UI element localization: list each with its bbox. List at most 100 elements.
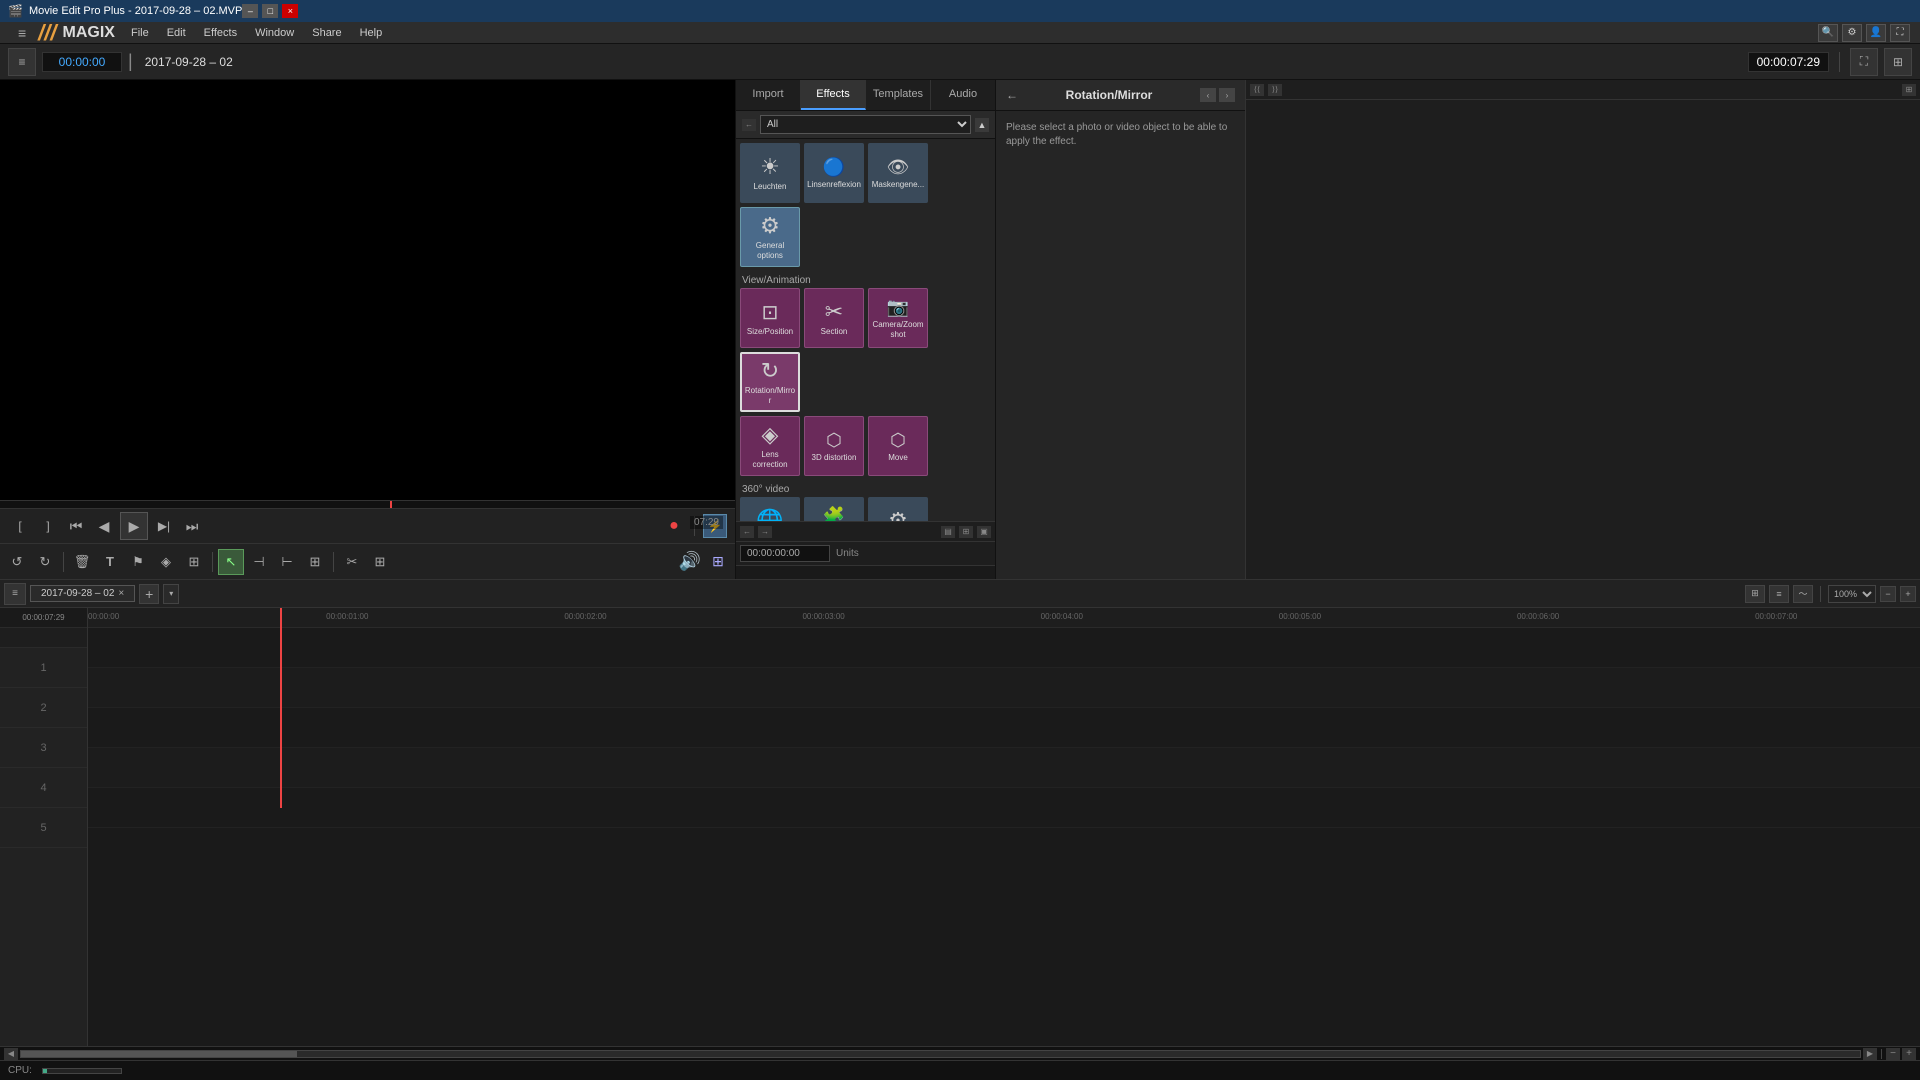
track-lane-1[interactable] xyxy=(88,628,1920,668)
timeline-tab-close[interactable]: × xyxy=(118,588,124,599)
timeline-add-btn[interactable]: + xyxy=(139,584,159,604)
toolbar-icon-2[interactable]: ⚙ xyxy=(1842,24,1862,42)
filter-back-btn[interactable]: ← xyxy=(742,119,756,131)
effect-3d-distortion[interactable]: ⬡ 3D distortion xyxy=(804,416,864,476)
tl-view-waveform-btn[interactable]: 〜 xyxy=(1793,585,1813,603)
effects-view-btn1[interactable]: ▤ xyxy=(941,526,955,538)
rotation-prev-btn[interactable]: ‹ xyxy=(1200,88,1216,102)
marker-btn[interactable]: ⚑ xyxy=(125,549,151,575)
toolbar-menu-btn[interactable]: ≡ xyxy=(8,48,36,76)
minimize-button[interactable]: – xyxy=(242,4,258,18)
tab-effects[interactable]: Effects xyxy=(801,80,866,110)
section-icon: ✂ xyxy=(825,299,843,325)
time-code-input[interactable]: 00:00:00:00 xyxy=(740,545,830,562)
rp-next-btn[interactable]: ⟩⟩ xyxy=(1268,84,1282,96)
rp-expand-btn[interactable]: ⊞ xyxy=(1902,84,1916,96)
effect-rotation-mirror[interactable]: ↻ Rotation/Mirror xyxy=(740,352,800,412)
toolbar-icon-1[interactable]: 🔍 xyxy=(1818,24,1838,42)
play-btn[interactable]: ▶ xyxy=(120,512,148,540)
insert-btn[interactable]: ⊞ xyxy=(367,549,393,575)
effect-general-options[interactable]: ⚙ General options xyxy=(740,207,800,267)
toolbar-icon-max[interactable]: ⛶ xyxy=(1890,24,1910,42)
mark-in-btn[interactable]: [ xyxy=(8,514,32,538)
effect-360-scene[interactable]: 🧩 360° Szenenrotation xyxy=(804,497,864,521)
effect-size-position[interactable]: ⊡ Size/Position xyxy=(740,288,800,348)
effect-lens-correction[interactable]: ◈ Lens correction xyxy=(740,416,800,476)
timeline-tab[interactable]: 2017-09-28 – 02 × xyxy=(30,585,135,602)
timeline-menu-btn[interactable]: ≡ xyxy=(4,583,26,605)
effect-360-editing[interactable]: 🌐 360° Editing xyxy=(740,497,800,521)
preview-mini-timeline[interactable] xyxy=(0,500,735,508)
menu-share[interactable]: Share xyxy=(304,25,349,41)
effects-prev-btn[interactable]: ← xyxy=(740,526,754,538)
track-lane-5[interactable] xyxy=(88,788,1920,828)
tab-templates[interactable]: Templates xyxy=(866,80,931,110)
preview-canvas[interactable] xyxy=(0,80,735,500)
cut-btn[interactable]: ✂ xyxy=(339,549,365,575)
rp-prev-btn[interactable]: ⟨⟨ xyxy=(1250,84,1264,96)
track-lane-4[interactable] xyxy=(88,748,1920,788)
menu-effects[interactable]: Effects xyxy=(196,25,245,41)
next-frame-btn[interactable]: ▶| xyxy=(152,514,176,538)
effects-hscroll[interactable] xyxy=(736,566,995,579)
roll-btn[interactable]: ⊞ xyxy=(302,549,328,575)
more-btn[interactable]: ⊞ xyxy=(181,549,207,575)
track-lane-3[interactable] xyxy=(88,708,1920,748)
zoom-out-btn[interactable]: − xyxy=(1880,586,1896,602)
tl-zoom-minus[interactable]: − xyxy=(1886,1048,1900,1060)
mark-out-btn[interactable]: ] xyxy=(36,514,60,538)
prev-mark-btn[interactable]: ⏮ xyxy=(64,514,88,538)
menu-file[interactable]: File xyxy=(123,25,157,41)
timeline-tab-dropdown[interactable]: ▾ xyxy=(163,584,179,604)
effects-view-btn3[interactable]: ▣ xyxy=(977,526,991,538)
toolbar-icon-3[interactable]: 👤 xyxy=(1866,24,1886,42)
rotation-back-btn[interactable]: ← xyxy=(1006,88,1018,102)
prev-frame-btn[interactable]: ◀ xyxy=(92,514,116,538)
effects-next-btn[interactable]: → xyxy=(758,526,772,538)
next-mark-btn[interactable]: ⏭ xyxy=(180,514,204,538)
close-button[interactable]: × xyxy=(282,4,298,18)
effect-linsenreflexion[interactable]: 🔵 Linsenreflexion xyxy=(804,143,864,203)
expand-btn[interactable]: ⊞ xyxy=(1884,48,1912,76)
select-tool-btn[interactable]: ↖ xyxy=(218,549,244,575)
menu-window[interactable]: Window xyxy=(247,25,302,41)
undo-btn[interactable]: ↺ xyxy=(4,549,30,575)
tab-import[interactable]: Import xyxy=(736,80,801,110)
hamburger-menu[interactable]: ≡ xyxy=(12,25,32,41)
tl-scrollbar-thumb[interactable] xyxy=(21,1051,297,1057)
tl-view-list-btn[interactable]: ≡ xyxy=(1769,585,1789,603)
ripple-btn[interactable]: ⊣ xyxy=(246,549,272,575)
menu-help[interactable]: Help xyxy=(352,25,391,41)
trim-btn[interactable]: ⊢ xyxy=(274,549,300,575)
keyframe-btn[interactable]: ◈ xyxy=(153,549,179,575)
zoom-in-btn[interactable]: + xyxy=(1900,586,1916,602)
maximize-button[interactable]: □ xyxy=(262,4,278,18)
effects-view-btn2[interactable]: ⊞ xyxy=(959,526,973,538)
tl-scroll-right-btn[interactable]: ▶ xyxy=(1863,1048,1877,1060)
effect-leuchten[interactable]: ☀ Leuchten xyxy=(740,143,800,203)
effects-filter-dropdown[interactable]: All xyxy=(760,115,971,134)
effect-move[interactable]: ⬡ Move xyxy=(868,416,928,476)
effect-section[interactable]: ✂ Section xyxy=(804,288,864,348)
fullscreen-btn[interactable]: ⛶ xyxy=(1850,48,1878,76)
redo-btn[interactable]: ↻ xyxy=(32,549,58,575)
tracks-area[interactable]: 00:00:07:29 00:00:00 00:00:01:00 00:00:0… xyxy=(88,608,1920,1046)
effect-maskengen[interactable]: 👁 Maskengene... xyxy=(868,143,928,203)
volume-btn[interactable]: 🔊 xyxy=(677,549,703,575)
track-lane-2[interactable] xyxy=(88,668,1920,708)
menu-edit[interactable]: Edit xyxy=(159,25,194,41)
effect-camera-zoom[interactable]: 📷 Camera/Zoom shot xyxy=(868,288,928,348)
settings-btn[interactable]: ⊞ xyxy=(705,549,731,575)
tl-scroll-left-btn[interactable]: ◀ xyxy=(4,1048,18,1060)
zoom-select[interactable]: 100% xyxy=(1828,585,1876,603)
tab-audio[interactable]: Audio xyxy=(931,80,995,110)
tl-view-grid-btn[interactable]: ⊞ xyxy=(1745,585,1765,603)
tl-zoom-plus[interactable]: + xyxy=(1902,1048,1916,1060)
record-btn[interactable]: ● xyxy=(662,514,686,538)
effect-360-stitch[interactable]: ⚙ 360° Stitching xyxy=(868,497,928,521)
rotation-next-btn[interactable]: › xyxy=(1219,88,1235,102)
tl-scrollbar-track[interactable] xyxy=(20,1050,1861,1058)
text-btn[interactable]: T xyxy=(97,549,123,575)
scroll-up-btn[interactable]: ▲ xyxy=(975,118,989,132)
delete-btn[interactable]: 🗑 xyxy=(69,549,95,575)
